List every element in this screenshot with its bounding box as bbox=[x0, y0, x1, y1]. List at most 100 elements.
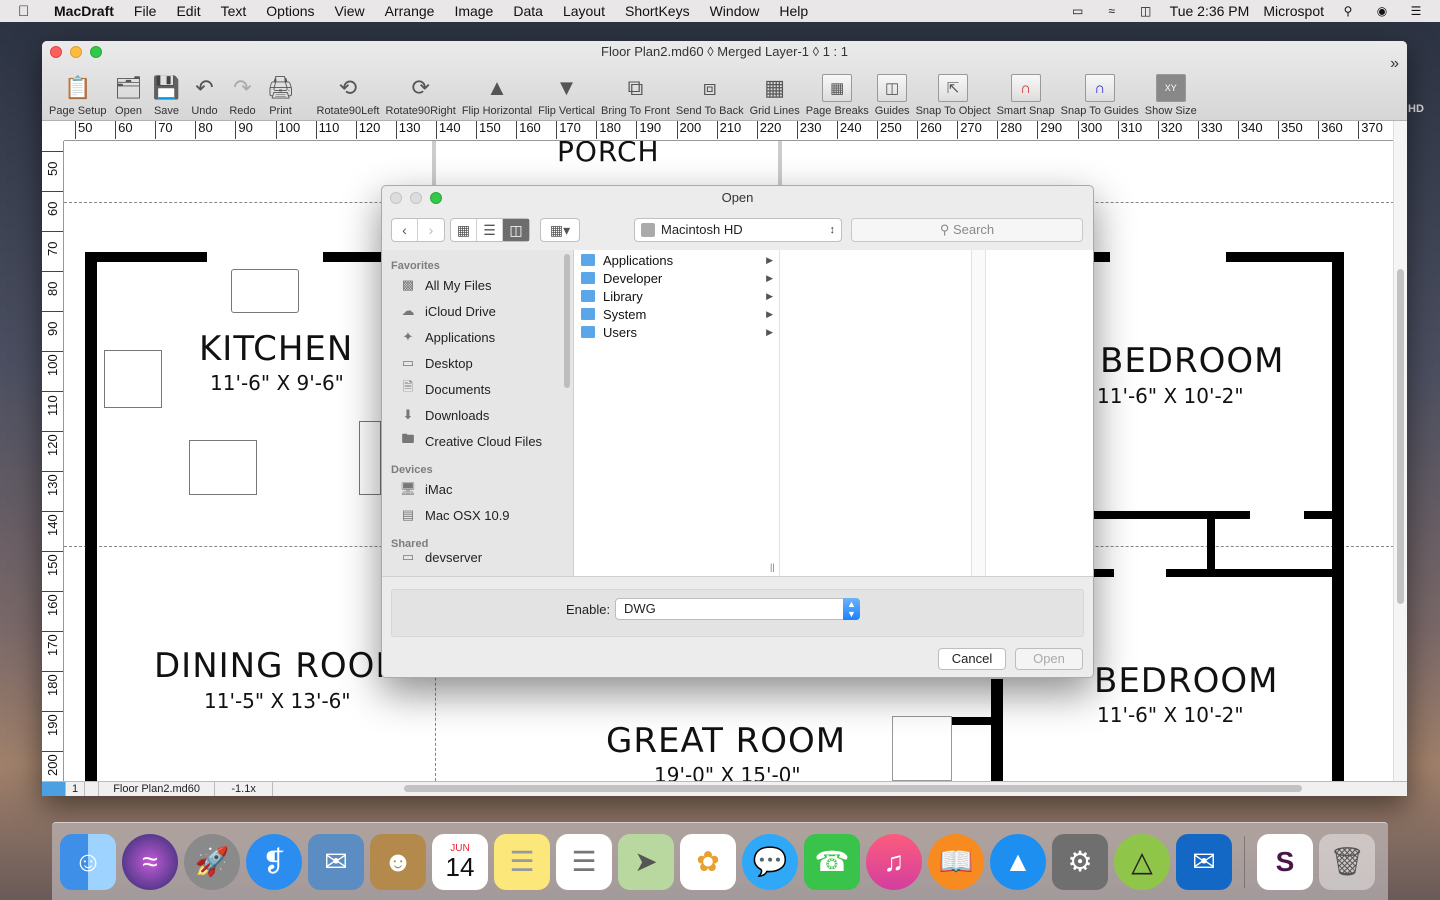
column-resize-handle[interactable]: || bbox=[770, 562, 775, 572]
contacts-icon[interactable]: ☻ bbox=[370, 833, 426, 890]
enable-format-select[interactable]: DWG ▲ ▼ bbox=[615, 598, 860, 620]
save-button[interactable]: 💾 Save bbox=[148, 71, 186, 117]
page-number[interactable]: 1 bbox=[66, 781, 86, 796]
sidebar-item-mac-osx[interactable]: ▤ Mac OSX 10.9 bbox=[382, 502, 573, 528]
back-button[interactable]: ‹ bbox=[392, 219, 418, 241]
page-setup-button[interactable]: 📋 Page Setup bbox=[46, 71, 110, 117]
location-popup[interactable]: Macintosh HD ↕ bbox=[634, 218, 842, 242]
kitchen-counter[interactable] bbox=[189, 440, 257, 495]
room-size-kitchen[interactable]: 11'-6" X 9'-6" bbox=[210, 371, 344, 395]
show-size-button[interactable]: XY Show Size bbox=[1142, 71, 1200, 117]
room-size-great-room[interactable]: 19'-0" X 15'-0" bbox=[654, 763, 801, 781]
ibooks-icon[interactable]: 📖 bbox=[928, 833, 984, 890]
menu-edit[interactable]: Edit bbox=[166, 3, 210, 19]
sidebar-item-applications[interactable]: ✦ Applications bbox=[382, 324, 573, 350]
porch-post[interactable] bbox=[778, 141, 782, 185]
page-breaks-button[interactable]: ▦ Page Breaks bbox=[803, 71, 872, 117]
room-label-porch[interactable]: PORCH bbox=[557, 141, 660, 168]
airplay-icon[interactable]: ▭ bbox=[1068, 4, 1088, 18]
room-label-great-room[interactable]: GREAT ROOM bbox=[606, 721, 846, 761]
file-item-users[interactable]: Users ▶ bbox=[574, 323, 779, 341]
menu-help[interactable]: Help bbox=[769, 3, 818, 19]
room-size-bedroom[interactable]: 11'-6" X 10'-2" bbox=[1097, 384, 1244, 408]
dialog-zoom-button[interactable] bbox=[430, 192, 442, 204]
outlook-icon[interactable]: ✉ bbox=[1176, 833, 1232, 890]
sidebar-item-imac[interactable]: 🖥 iMac bbox=[382, 476, 573, 502]
kitchen-sink[interactable] bbox=[231, 269, 299, 313]
sidebar-item-desktop[interactable]: ▭ Desktop bbox=[382, 350, 573, 376]
photos-icon[interactable]: ✿ bbox=[680, 833, 736, 890]
menu-file[interactable]: File bbox=[124, 3, 167, 19]
itunes-icon[interactable]: ♫ bbox=[866, 833, 922, 890]
zoom-level[interactable]: -1.1x bbox=[215, 781, 274, 796]
menu-window[interactable]: Window bbox=[700, 3, 770, 19]
vertical-scroll-thumb[interactable] bbox=[1397, 269, 1404, 604]
battery-icon[interactable]: ◫ bbox=[1136, 4, 1156, 18]
grid-lines-button[interactable]: ▦ Grid Lines bbox=[747, 71, 803, 117]
rotate90right-button[interactable]: ⟳ Rotate90Right bbox=[383, 71, 459, 117]
bring-to-front-button[interactable]: ⧉ Bring To Front bbox=[598, 71, 673, 117]
wall-left[interactable] bbox=[85, 252, 97, 781]
menu-view[interactable]: View bbox=[325, 3, 375, 19]
send-to-back-button[interactable]: ⧈ Send To Back bbox=[673, 71, 747, 117]
wall-bedroom-divider[interactable] bbox=[1090, 511, 1250, 519]
file-item-system[interactable]: System ▶ bbox=[574, 305, 779, 323]
snap-to-guides-button[interactable]: ∩ Snap To Guides bbox=[1058, 71, 1142, 117]
horizontal-scroll-thumb[interactable] bbox=[404, 785, 1302, 792]
kitchen-cabinet[interactable] bbox=[359, 421, 381, 495]
smart-snap-button[interactable]: ∩ Smart Snap bbox=[994, 71, 1058, 117]
menu-options[interactable]: Options bbox=[256, 3, 324, 19]
reminders-icon[interactable]: ☰ bbox=[556, 833, 612, 890]
entry-closet[interactable] bbox=[892, 716, 952, 781]
sidebar-item-downloads[interactable]: ⬇ Downloads bbox=[382, 402, 573, 428]
notes-icon[interactable]: ☰ bbox=[494, 833, 550, 890]
menu-app-name[interactable]: MacDraft bbox=[44, 3, 124, 19]
menu-image[interactable]: Image bbox=[444, 3, 503, 19]
desktop-hd-label[interactable]: HD bbox=[1408, 103, 1424, 115]
wall-great-room[interactable] bbox=[991, 679, 1003, 781]
vertical-scrollbar[interactable] bbox=[1393, 121, 1407, 781]
room-label-bedroom[interactable]: BEDROOM bbox=[1100, 341, 1284, 381]
wall-top-kitchen[interactable] bbox=[323, 252, 383, 262]
sidebar-item-all-my-files[interactable]: ▩ All My Files bbox=[382, 272, 573, 298]
menu-layout[interactable]: Layout bbox=[553, 3, 615, 19]
launchpad-icon[interactable]: 🚀 bbox=[184, 833, 240, 890]
facetime-icon[interactable]: ☎ bbox=[804, 833, 860, 890]
flip-vertical-button[interactable]: ▼ Flip Vertical bbox=[535, 71, 598, 117]
layer-color-swatch[interactable] bbox=[42, 781, 66, 796]
system-preferences-icon[interactable]: ⚙ bbox=[1052, 833, 1108, 890]
apple-menu-icon[interactable]:  bbox=[18, 3, 38, 20]
wall-closet[interactable] bbox=[1166, 569, 1344, 577]
app-store-icon[interactable]: ▲ bbox=[990, 833, 1046, 890]
finder-icon[interactable]: ☺ bbox=[60, 833, 116, 890]
room-label-dining[interactable]: DINING ROOM bbox=[154, 646, 406, 686]
menu-text[interactable]: Text bbox=[211, 3, 257, 19]
macdraft-icon[interactable]: △ bbox=[1114, 833, 1170, 890]
trash-icon[interactable]: 🗑 bbox=[1319, 833, 1375, 890]
dialog-close-button[interactable] bbox=[390, 192, 402, 204]
messages-icon[interactable]: 💬 bbox=[742, 833, 798, 890]
menu-data[interactable]: Data bbox=[503, 3, 553, 19]
wall-top-left[interactable] bbox=[85, 252, 207, 262]
print-button[interactable]: 🖨 Print bbox=[262, 71, 300, 117]
redo-button[interactable]: ↷ Redo bbox=[224, 71, 262, 117]
maps-icon[interactable]: ➤ bbox=[618, 833, 674, 890]
menu-arrange[interactable]: Arrange bbox=[375, 3, 445, 19]
sidebar-scroll-thumb[interactable] bbox=[564, 254, 570, 388]
spotlight-icon[interactable]: ⚲ bbox=[1338, 4, 1358, 18]
menu-shortkeys[interactable]: ShortKeys bbox=[615, 3, 700, 19]
flip-horizontal-button[interactable]: ▲ Flip Horizontal bbox=[459, 71, 535, 117]
search-field[interactable]: ⚲ Search bbox=[851, 218, 1083, 242]
arrange-button[interactable]: ▦▾ bbox=[541, 219, 579, 241]
column-view-button[interactable]: ◫ bbox=[503, 219, 529, 241]
column-divider[interactable] bbox=[972, 250, 986, 576]
siri-icon[interactable]: ≈ bbox=[122, 833, 178, 890]
list-view-button[interactable]: ☰ bbox=[477, 219, 503, 241]
rotate90left-button[interactable]: ⟲ Rotate90Left bbox=[314, 71, 383, 117]
wall-top-bedroom-right[interactable] bbox=[1226, 252, 1344, 262]
wifi-icon[interactable]: ≈ bbox=[1102, 4, 1122, 18]
notification-center-icon[interactable]: ☰ bbox=[1406, 4, 1426, 18]
open-button-disabled[interactable]: Open bbox=[1015, 648, 1083, 670]
room-size-dining[interactable]: 11'-5" X 13'-6" bbox=[204, 689, 351, 713]
siri-menu-icon[interactable]: ◉ bbox=[1372, 4, 1392, 18]
